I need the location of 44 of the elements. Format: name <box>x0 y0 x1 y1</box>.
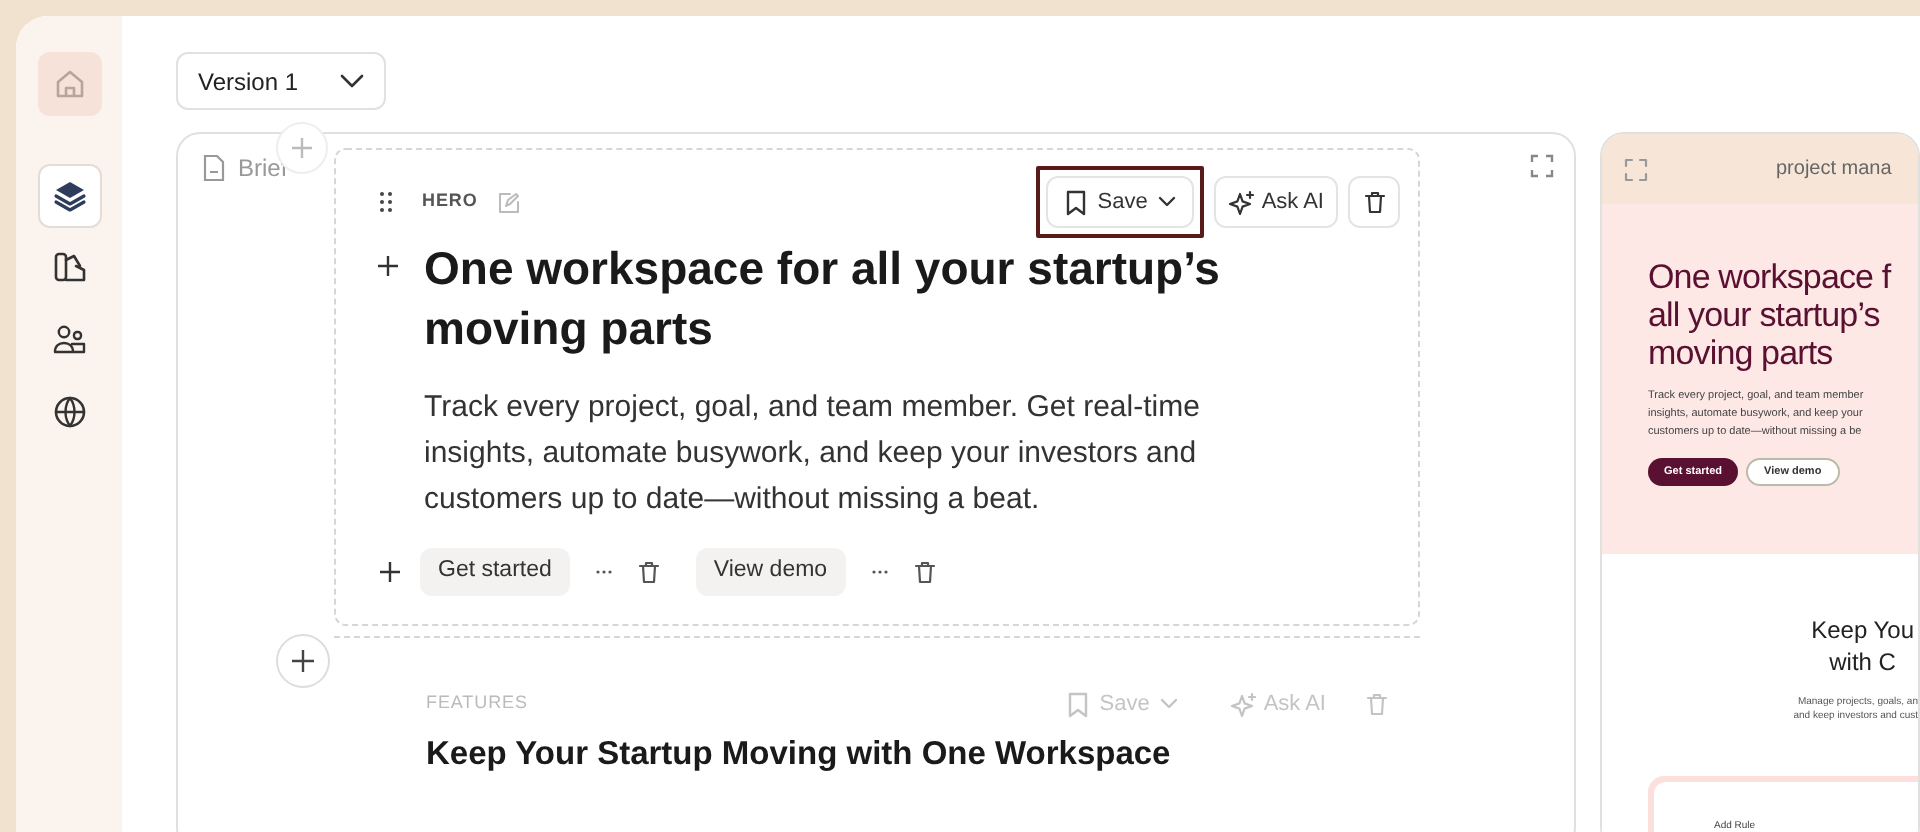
ask-ai-button[interactable]: Ask AI <box>1213 176 1338 228</box>
add-block-button[interactable] <box>276 634 330 688</box>
layers-icon <box>51 178 87 214</box>
chevron-down-icon <box>1159 698 1178 710</box>
block-body: Track every project, goal, and team member. Get real-time insights, automate busywork, and keep your investors and customers up to date—without missing a beat. <box>424 388 1202 520</box>
document-icon <box>202 154 226 182</box>
home-icon <box>51 66 87 102</box>
expand-icon[interactable] <box>1530 154 1554 178</box>
cta-button[interactable]: Get started <box>420 548 570 596</box>
delete-button[interactable] <box>1348 176 1400 228</box>
plus-icon <box>292 650 314 672</box>
sparkle-icon <box>1229 691 1256 717</box>
plus-icon <box>380 562 400 582</box>
expand-icon <box>1624 157 1648 181</box>
trash-icon <box>1363 190 1385 214</box>
globe-icon <box>51 394 87 430</box>
users-icon <box>51 322 87 358</box>
bookmark-icon <box>1063 189 1088 215</box>
trash-icon <box>637 560 660 584</box>
block-heading: One workspace for all your startup’s moving parts <box>424 240 1222 358</box>
block-label: HERO <box>422 188 478 215</box>
plus-icon <box>378 256 398 276</box>
preview-title: project mana <box>1776 156 1892 184</box>
palette-icon <box>51 250 87 286</box>
drag-handle-icon <box>378 190 394 214</box>
edit-icon <box>497 191 520 213</box>
chevron-down-icon <box>340 74 364 88</box>
preview-heading-line: One workspace f <box>1648 258 1894 296</box>
chevron-down-icon <box>1157 196 1176 208</box>
preview-heading-line: moving parts <box>1648 334 1835 372</box>
trash-icon <box>913 560 936 584</box>
sparkle-icon <box>1227 189 1254 215</box>
plus-icon <box>292 138 312 158</box>
block-heading: Keep Your Startup Moving with One Workspace <box>426 734 1171 776</box>
bookmark-icon <box>1065 691 1090 717</box>
trash-icon <box>1365 692 1387 716</box>
preview-heading-line: with C <box>1829 646 1896 678</box>
version-dropdown[interactable]: Version 1 <box>176 52 386 110</box>
block-label: FEATURES <box>426 690 528 717</box>
sidebar-item[interactable] <box>37 164 101 228</box>
preview-heading-line: all your startup’s <box>1648 296 1882 334</box>
preview-heading-line: Keep You <box>1811 614 1914 646</box>
save-button[interactable]: Save <box>1045 176 1194 228</box>
cta-button[interactable]: View demo <box>695 548 846 596</box>
